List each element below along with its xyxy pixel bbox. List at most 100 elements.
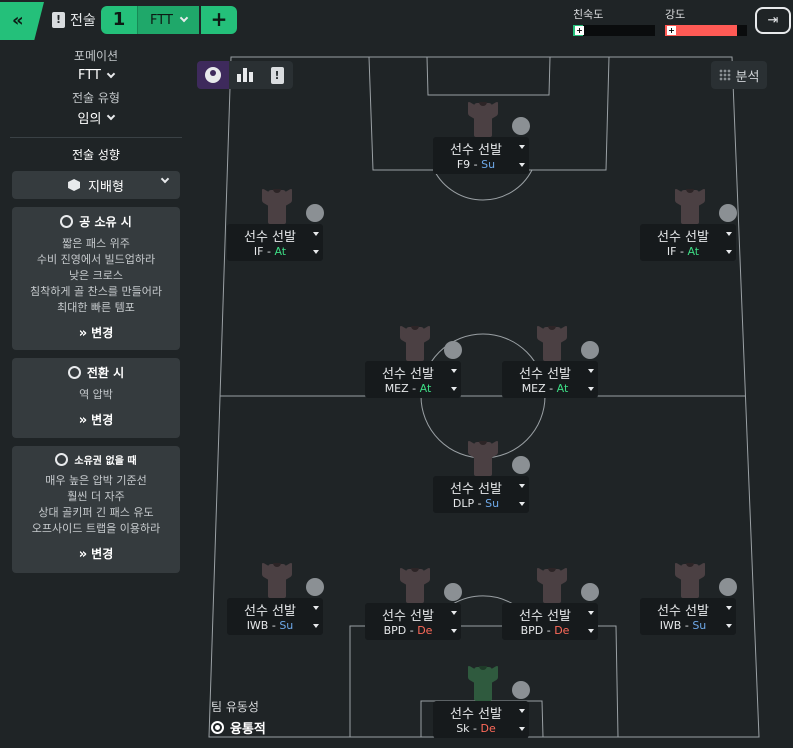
mentality-section: 전술 성향 지배형 <box>8 146 184 199</box>
player-slot-mezr[interactable]: 선수 선발 MEZ - At <box>502 324 599 404</box>
instruction-line: 오프사이드 트랩을 이용하라 <box>31 522 161 535</box>
player-card[interactable]: 선수 선발 DLP - Su <box>433 476 529 513</box>
change-label: 변경 <box>91 547 114 561</box>
sidebar-divider <box>10 137 182 138</box>
status-dot <box>719 204 737 222</box>
role-duty: At <box>419 382 432 395</box>
tactic-slot-number[interactable]: 1 <box>101 6 137 34</box>
formation-dropdown[interactable]: FTT <box>78 68 116 83</box>
tactic-slot-dropdown[interactable]: FTT <box>137 6 199 34</box>
analysis-button[interactable]: 분석 <box>711 61 767 89</box>
player-name: 선수 선발 <box>450 482 502 497</box>
player-slot-mezl[interactable]: 선수 선발 MEZ - At <box>365 324 462 404</box>
double-chevron-right-icon: » <box>78 547 88 562</box>
triangle-down-icon[interactable] <box>451 387 457 391</box>
instruction-line: 역 압박 <box>79 388 113 401</box>
triangle-down-icon[interactable] <box>313 250 319 254</box>
role-duty: At <box>687 245 700 258</box>
triangle-down-icon[interactable] <box>726 232 732 236</box>
role-code: BPD <box>520 624 544 637</box>
shirt-icon <box>468 664 498 702</box>
player-card[interactable]: 선수 선발 MEZ - At <box>365 361 461 398</box>
player-name: 선수 선발 <box>244 604 296 619</box>
triangle-down-icon[interactable] <box>588 629 594 633</box>
player-name: 선수 선발 <box>657 604 709 619</box>
triangle-down-icon[interactable] <box>588 387 594 391</box>
triangle-down-icon[interactable] <box>313 606 319 610</box>
add-tactic-button[interactable]: + <box>201 6 237 34</box>
player-card[interactable]: 선수 선발 Sk - De <box>433 701 529 738</box>
info-view-button[interactable]: ! <box>261 61 293 89</box>
back-button[interactable]: « <box>0 2 44 40</box>
player-card[interactable]: 선수 선발 IF - At <box>640 224 736 261</box>
familiarity-meter[interactable]: 친숙도 + <box>573 6 655 36</box>
intensity-label: 강도 <box>665 8 686 21</box>
triangle-down-icon[interactable] <box>519 502 525 506</box>
player-card[interactable]: 선수 선발 BPD - De <box>502 603 598 640</box>
mentality-dropdown[interactable]: 지배형 <box>12 171 180 199</box>
role-code: IWB <box>659 619 682 632</box>
stats-view-button[interactable] <box>229 61 261 89</box>
triangle-down-icon[interactable] <box>451 369 457 373</box>
role-code: BPD <box>383 624 407 637</box>
out-of-possession-change-button[interactable]: » 변경 <box>16 545 176 562</box>
triangle-down-icon[interactable] <box>726 250 732 254</box>
player-slot-ifl[interactable]: 선수 선발 IF - At <box>227 187 324 267</box>
player-card[interactable]: 선수 선발 IWB - Su <box>640 598 736 635</box>
player-slot-bpdl[interactable]: 선수 선발 BPD - De <box>365 566 462 646</box>
player-role: MEZ - At <box>365 382 451 395</box>
player-name: 선수 선발 <box>450 143 502 158</box>
role-separator: - <box>543 624 555 637</box>
player-card[interactable]: 선수 선발 BPD - De <box>365 603 461 640</box>
in-transition-title: 전환 시 <box>86 366 125 380</box>
player-role: IF - At <box>227 245 313 258</box>
exit-button[interactable]: ⇥ <box>755 7 791 34</box>
triangle-down-icon[interactable] <box>726 624 732 628</box>
in-possession-change-button[interactable]: » 변경 <box>16 324 176 341</box>
player-slot-f9[interactable]: 선수 선발 F9 - Su <box>433 100 530 180</box>
role-duty: De <box>480 722 496 735</box>
player-slot-iwbl[interactable]: 선수 선발 IWB - Su <box>227 561 324 641</box>
player-view-button[interactable] <box>197 61 229 89</box>
in-transition-panel: 전환 시 역 압박 » 변경 <box>12 358 180 438</box>
player-role: IWB - Su <box>227 619 313 632</box>
triangle-down-icon[interactable] <box>519 145 525 149</box>
intensity-meter[interactable]: 강도 + <box>665 6 747 36</box>
player-role: BPD - De <box>502 624 588 637</box>
info-icon: ! <box>270 66 284 84</box>
change-label: 변경 <box>91 413 114 427</box>
triangle-down-icon[interactable] <box>313 624 319 628</box>
triangle-down-icon[interactable] <box>313 232 319 236</box>
tactic-type-dropdown[interactable]: 임의 <box>78 108 116 127</box>
player-role: DLP - Su <box>433 497 519 510</box>
formation-label: 포메이션 <box>73 49 119 63</box>
player-slot-gk[interactable]: 선수 선발 Sk - De <box>433 664 530 744</box>
tactic-label: 전술 <box>70 13 96 29</box>
triangle-down-icon[interactable] <box>519 709 525 713</box>
player-slot-bpdr[interactable]: 선수 선발 BPD - De <box>502 566 599 646</box>
mentality-value: 지배형 <box>88 179 124 195</box>
out-of-possession-header: 소유권 없을 때 <box>16 452 176 467</box>
triangle-down-icon[interactable] <box>519 163 525 167</box>
triangle-down-icon[interactable] <box>519 484 525 488</box>
player-card[interactable]: 선수 선발 IWB - Su <box>227 598 323 635</box>
chevron-down-icon <box>160 174 170 184</box>
triangle-down-icon[interactable] <box>588 611 594 615</box>
player-card[interactable]: 선수 선발 IF - At <box>227 224 323 261</box>
player-slot-dlp[interactable]: 선수 선발 DLP - Su <box>433 439 530 519</box>
player-slot-ifr[interactable]: 선수 선발 IF - At <box>640 187 737 267</box>
triangle-down-icon[interactable] <box>726 606 732 610</box>
triangle-down-icon[interactable] <box>588 369 594 373</box>
role-duty: At <box>556 382 569 395</box>
role-separator: - <box>474 497 486 510</box>
player-slot-iwbr[interactable]: 선수 선발 IWB - Su <box>640 561 737 641</box>
info-icon: ! <box>52 12 65 28</box>
out-of-possession-instructions: 매우 높은 압박 기준선 훨씬 더 자주 상대 골키퍼 긴 패스 유도 오프사이… <box>16 473 176 537</box>
triangle-down-icon[interactable] <box>519 727 525 731</box>
triangle-down-icon[interactable] <box>451 611 457 615</box>
player-card[interactable]: 선수 선발 MEZ - At <box>502 361 598 398</box>
in-transition-change-button[interactable]: » 변경 <box>16 411 176 428</box>
triangle-down-icon[interactable] <box>451 629 457 633</box>
role-duty: De <box>554 624 570 637</box>
player-card[interactable]: 선수 선발 F9 - Su <box>433 137 529 174</box>
